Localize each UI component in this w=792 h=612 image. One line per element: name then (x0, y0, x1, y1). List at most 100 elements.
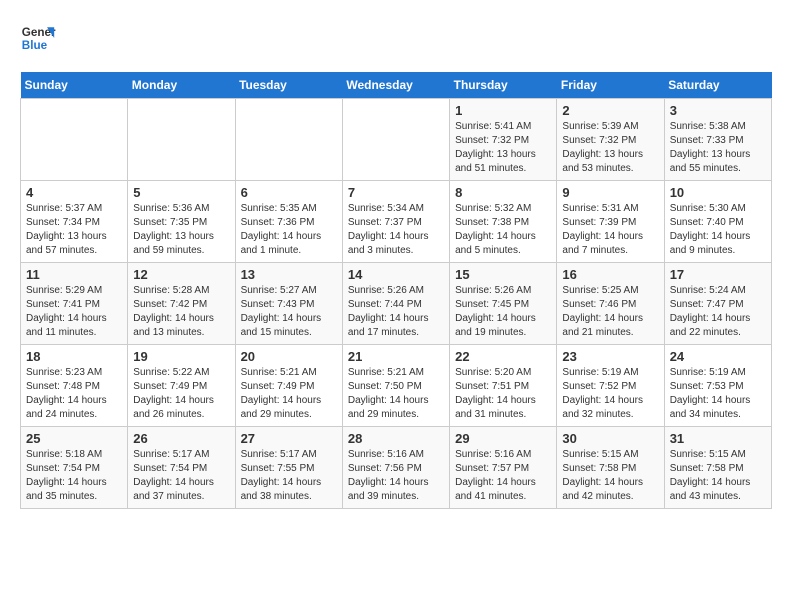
calendar-cell: 7Sunrise: 5:34 AM Sunset: 7:37 PM Daylig… (342, 181, 449, 263)
logo-icon: General Blue (20, 20, 56, 56)
calendar-cell: 5Sunrise: 5:36 AM Sunset: 7:35 PM Daylig… (128, 181, 235, 263)
weekday-header-monday: Monday (128, 72, 235, 99)
svg-text:Blue: Blue (22, 39, 48, 52)
day-number: 30 (562, 431, 658, 446)
day-number: 29 (455, 431, 551, 446)
day-number: 26 (133, 431, 229, 446)
day-number: 11 (26, 267, 122, 282)
calendar-cell: 20 Sunrise: 5:21 AM Sunset: 7:49 PM Dayli… (235, 345, 342, 427)
calendar-cell: 19 Sunrise: 5:22 AM Sunset: 7:49 PM Dayli… (128, 345, 235, 427)
weekday-header-row: SundayMondayTuesdayWednesdayThursdayFrid… (21, 72, 772, 99)
calendar-cell: 27 Sunrise: 5:17 AM Sunset: 7:55 PM Dayli… (235, 427, 342, 509)
day-number: 9 (562, 185, 658, 200)
day-info: Sunrise: 5:26 AM Sunset: 7:45 PM Dayligh… (455, 284, 551, 340)
day-number: 12 (133, 267, 229, 282)
day-number: 16 (562, 267, 658, 282)
calendar-cell: 3 Sunrise: 5:38 AM Sunset: 7:33 PM Daylig… (664, 99, 771, 181)
day-info: Sunrise: 5:37 AM Sunset: 7:34 PM Dayligh… (26, 202, 122, 258)
day-number: 8 (455, 185, 551, 200)
day-number: 18 (26, 349, 122, 364)
day-info: Sunrise: 5:27 AM Sunset: 7:43 PM Dayligh… (241, 284, 337, 340)
logo: General Blue (20, 20, 56, 56)
calendar-cell (128, 99, 235, 181)
day-number: 21 (348, 349, 444, 364)
calendar-cell: 12 Sunrise: 5:28 AM Sunset: 7:42 PM Dayli… (128, 263, 235, 345)
calendar-cell: 26Sunrise: 5:17 AM Sunset: 7:54 PM Dayli… (128, 427, 235, 509)
calendar-cell: 9 Sunrise: 5:31 AM Sunset: 7:39 PM Daylig… (557, 181, 664, 263)
calendar-cell: 18 Sunrise: 5:23 AM Sunset: 7:48 PM Dayli… (21, 345, 128, 427)
day-info: Sunrise: 5:15 AM Sunset: 7:58 PM Dayligh… (562, 448, 658, 504)
day-number: 1 (455, 103, 551, 118)
day-number: 27 (241, 431, 337, 446)
day-info: Sunrise: 5:39 AM Sunset: 7:32 PM Dayligh… (562, 120, 658, 176)
week-row-5: 25 Sunrise: 5:18 AM Sunset: 7:54 PM Dayli… (21, 427, 772, 509)
day-info: Sunrise: 5:16 AM Sunset: 7:56 PM Dayligh… (348, 448, 444, 504)
calendar-cell: 15 Sunrise: 5:26 AM Sunset: 7:45 PM Dayli… (450, 263, 557, 345)
day-number: 14 (348, 267, 444, 282)
weekday-header-saturday: Saturday (664, 72, 771, 99)
day-info: Sunrise: 5:26 AM Sunset: 7:44 PM Dayligh… (348, 284, 444, 340)
calendar-cell: 30 Sunrise: 5:15 AM Sunset: 7:58 PM Dayli… (557, 427, 664, 509)
calendar-cell: 4 Sunrise: 5:37 AM Sunset: 7:34 PM Daylig… (21, 181, 128, 263)
day-number: 2 (562, 103, 658, 118)
day-number: 15 (455, 267, 551, 282)
day-number: 4 (26, 185, 122, 200)
calendar-table: SundayMondayTuesdayWednesdayThursdayFrid… (20, 72, 772, 509)
calendar-cell: 25 Sunrise: 5:18 AM Sunset: 7:54 PM Dayli… (21, 427, 128, 509)
weekday-header-sunday: Sunday (21, 72, 128, 99)
day-info: Sunrise: 5:32 AM Sunset: 7:38 PM Dayligh… (455, 202, 551, 258)
calendar-cell: 8 Sunrise: 5:32 AM Sunset: 7:38 PM Daylig… (450, 181, 557, 263)
day-info: Sunrise: 5:20 AM Sunset: 7:51 PM Dayligh… (455, 366, 551, 422)
day-number: 7 (348, 185, 444, 200)
calendar-cell: 21 Sunrise: 5:21 AM Sunset: 7:50 PM Dayli… (342, 345, 449, 427)
day-info: Sunrise: 5:30 AM Sunset: 7:40 PM Dayligh… (670, 202, 766, 258)
day-info: Sunrise: 5:17 AM Sunset: 7:55 PM Dayligh… (241, 448, 337, 504)
day-info: Sunrise: 5:38 AM Sunset: 7:33 PM Dayligh… (670, 120, 766, 176)
day-info: Sunrise: 5:28 AM Sunset: 7:42 PM Dayligh… (133, 284, 229, 340)
calendar-cell: 6 Sunrise: 5:35 AM Sunset: 7:36 PM Daylig… (235, 181, 342, 263)
calendar-cell (235, 99, 342, 181)
day-info: Sunrise: 5:35 AM Sunset: 7:36 PM Dayligh… (241, 202, 337, 258)
page-header: General Blue (20, 20, 772, 56)
day-info: Sunrise: 5:19 AM Sunset: 7:52 PM Dayligh… (562, 366, 658, 422)
day-number: 22 (455, 349, 551, 364)
calendar-cell: 24Sunrise: 5:19 AM Sunset: 7:53 PM Dayli… (664, 345, 771, 427)
day-info: Sunrise: 5:19 AM Sunset: 7:53 PM Dayligh… (670, 366, 766, 422)
week-row-2: 4 Sunrise: 5:37 AM Sunset: 7:34 PM Daylig… (21, 181, 772, 263)
calendar-cell: 23Sunrise: 5:19 AM Sunset: 7:52 PM Dayli… (557, 345, 664, 427)
day-info: Sunrise: 5:21 AM Sunset: 7:50 PM Dayligh… (348, 366, 444, 422)
calendar-cell: 28 Sunrise: 5:16 AM Sunset: 7:56 PM Dayli… (342, 427, 449, 509)
day-info: Sunrise: 5:24 AM Sunset: 7:47 PM Dayligh… (670, 284, 766, 340)
calendar-cell: 2 Sunrise: 5:39 AM Sunset: 7:32 PM Daylig… (557, 99, 664, 181)
weekday-header-wednesday: Wednesday (342, 72, 449, 99)
day-number: 13 (241, 267, 337, 282)
day-info: Sunrise: 5:18 AM Sunset: 7:54 PM Dayligh… (26, 448, 122, 504)
day-number: 25 (26, 431, 122, 446)
week-row-1: 1Sunrise: 5:41 AM Sunset: 7:32 PM Daylig… (21, 99, 772, 181)
day-info: Sunrise: 5:31 AM Sunset: 7:39 PM Dayligh… (562, 202, 658, 258)
calendar-cell: 11 Sunrise: 5:29 AM Sunset: 7:41 PM Dayli… (21, 263, 128, 345)
day-number: 17 (670, 267, 766, 282)
day-info: Sunrise: 5:29 AM Sunset: 7:41 PM Dayligh… (26, 284, 122, 340)
day-info: Sunrise: 5:16 AM Sunset: 7:57 PM Dayligh… (455, 448, 551, 504)
day-number: 19 (133, 349, 229, 364)
calendar-cell (21, 99, 128, 181)
day-info: Sunrise: 5:21 AM Sunset: 7:49 PM Dayligh… (241, 366, 337, 422)
weekday-header-friday: Friday (557, 72, 664, 99)
day-number: 6 (241, 185, 337, 200)
calendar-cell: 29 Sunrise: 5:16 AM Sunset: 7:57 PM Dayli… (450, 427, 557, 509)
day-info: Sunrise: 5:23 AM Sunset: 7:48 PM Dayligh… (26, 366, 122, 422)
week-row-4: 18 Sunrise: 5:23 AM Sunset: 7:48 PM Dayli… (21, 345, 772, 427)
calendar-cell (342, 99, 449, 181)
weekday-header-thursday: Thursday (450, 72, 557, 99)
day-number: 10 (670, 185, 766, 200)
calendar-cell: 17 Sunrise: 5:24 AM Sunset: 7:47 PM Dayli… (664, 263, 771, 345)
day-info: Sunrise: 5:22 AM Sunset: 7:49 PM Dayligh… (133, 366, 229, 422)
day-number: 3 (670, 103, 766, 118)
calendar-cell: 13 Sunrise: 5:27 AM Sunset: 7:43 PM Dayli… (235, 263, 342, 345)
day-number: 20 (241, 349, 337, 364)
calendar-cell: 10 Sunrise: 5:30 AM Sunset: 7:40 PM Dayli… (664, 181, 771, 263)
day-number: 28 (348, 431, 444, 446)
calendar-cell: 1Sunrise: 5:41 AM Sunset: 7:32 PM Daylig… (450, 99, 557, 181)
weekday-header-tuesday: Tuesday (235, 72, 342, 99)
